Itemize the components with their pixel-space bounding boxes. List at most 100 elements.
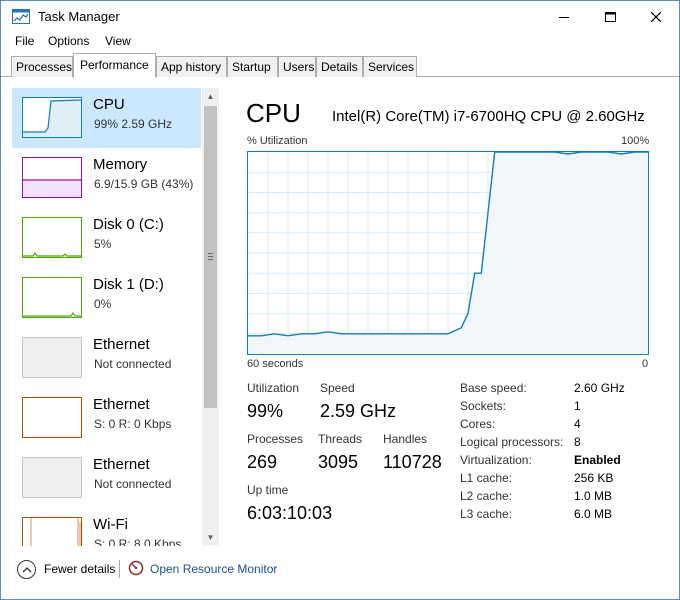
graph-y-max: 100% [621, 135, 650, 147]
grip-line [208, 256, 213, 257]
spec-label: Base speed: [460, 381, 527, 395]
close-button[interactable] [633, 1, 679, 32]
grip-line [208, 253, 213, 254]
tab-processes[interactable]: Processes [11, 56, 73, 77]
tab-details[interactable]: Details [316, 56, 363, 77]
close-icon [651, 11, 661, 22]
uptime-label: Up time [247, 483, 289, 497]
resource-item-memory[interactable]: Memory 6.9/15.9 GB (43%) [12, 148, 201, 208]
spec-label: Virtualization: [460, 453, 532, 467]
cpu-graph-icon [22, 97, 82, 138]
menu-view[interactable]: View [105, 34, 131, 48]
resource-monitor-icon [128, 560, 144, 579]
threads-label: Threads [318, 432, 363, 446]
maximize-icon [604, 11, 616, 22]
speed-label: Speed [320, 381, 355, 395]
resource-name: Ethernet [93, 396, 150, 413]
menu-file[interactable]: File [15, 34, 34, 48]
grip-line [208, 259, 213, 260]
task-manager-window: Task Manager File Options View Processes… [0, 0, 680, 600]
spec-value: 2.60 GHz [574, 381, 625, 395]
graph-x-label-left: 60 seconds [247, 358, 304, 370]
chevron-up-icon [17, 559, 36, 579]
speed-value: 2.59 GHz [320, 401, 397, 421]
task-manager-icon [12, 9, 30, 24]
resource-item-disk-0[interactable]: Disk 0 (C:) 5% [12, 208, 201, 268]
resource-item-disk-1[interactable]: Disk 1 (D:) 0% [12, 268, 201, 328]
spec-value: 1 [574, 399, 581, 413]
resource-name: Disk 0 (C:) [93, 216, 164, 233]
ethernet-graph-icon [22, 457, 82, 498]
open-resource-monitor-link[interactable]: Open Resource Monitor [128, 558, 277, 580]
resource-name: Ethernet [93, 336, 150, 353]
spec-value: 4 [574, 417, 581, 431]
disk-graph-icon [22, 217, 82, 258]
tab-strip: Processes Performance App history Startu… [1, 53, 679, 78]
uptime-value: 6:03:10:03 [247, 503, 333, 523]
page-title: CPU [246, 98, 301, 128]
resource-value: 6.9/15.9 GB (43%) [94, 177, 194, 191]
resource-name: Disk 1 (D:) [93, 276, 164, 293]
resource-value: 0% [94, 297, 112, 311]
fewer-details-button[interactable]: Fewer details [17, 558, 115, 580]
resource-value: 5% [94, 237, 112, 251]
threads-value: 3095 [318, 452, 359, 472]
resource-name: Ethernet [93, 456, 150, 473]
resource-item-ethernet-3[interactable]: Ethernet Not connected [12, 448, 201, 508]
fewer-details-label: Fewer details [44, 562, 116, 576]
ethernet-graph-icon [22, 337, 82, 378]
resource-value: Not connected [94, 357, 172, 371]
spec-label: Cores: [460, 417, 496, 431]
footer-divider [119, 560, 120, 578]
spec-label: L1 cache: [460, 471, 513, 485]
disk-graph-icon [22, 277, 82, 318]
spec-label: L3 cache: [460, 507, 513, 521]
resource-list[interactable]: CPU 99% 2.59 GHz Memory 6.9/15.9 GB (43%… [12, 88, 201, 546]
processes-value: 269 [247, 452, 278, 472]
tab-services[interactable]: Services [363, 56, 417, 77]
minimize-icon [559, 16, 569, 18]
resource-name: CPU [93, 96, 125, 113]
title-bar[interactable]: Task Manager [1, 1, 679, 32]
sidebar-scrollbar[interactable]: ▲ ▼ [202, 88, 219, 546]
tab-performance[interactable]: Performance [73, 53, 156, 78]
tab-users[interactable]: Users [278, 56, 316, 77]
resource-item-ethernet-1[interactable]: Ethernet Not connected [12, 328, 201, 388]
resource-value: S: 0 R: 8.0 Kbps [94, 537, 182, 546]
resource-value: S: 0 R: 0 Kbps [94, 417, 172, 431]
graph-y-label: % Utilization [247, 135, 308, 147]
resource-item-ethernet-2[interactable]: Ethernet S: 0 R: 0 Kbps [12, 388, 201, 448]
spec-value: Enabled [574, 453, 621, 467]
wifi-graph-icon [22, 517, 82, 546]
scroll-thumb[interactable] [204, 106, 217, 408]
resource-value: Not connected [94, 477, 172, 491]
utilization-label: Utilization [247, 381, 300, 395]
spec-value: 1.0 MB [574, 489, 613, 503]
menu-options[interactable]: Options [48, 34, 89, 48]
resource-item-cpu[interactable]: CPU 99% 2.59 GHz [12, 88, 201, 148]
memory-graph-icon [22, 157, 82, 198]
resource-name: Wi-Fi [93, 516, 128, 533]
tab-app-history[interactable]: App history [156, 56, 227, 77]
cpu-utilization-graph [247, 151, 649, 355]
handles-value: 110728 [383, 452, 442, 472]
spec-label: L2 cache: [460, 489, 513, 503]
resource-item-wifi[interactable]: Wi-Fi S: 0 R: 8.0 Kbps [12, 508, 201, 546]
resource-value: 99% 2.59 GHz [94, 117, 173, 131]
scroll-down-icon[interactable]: ▼ [202, 529, 219, 546]
cpu-model-name: Intel(R) Core(TM) i7-6700HQ CPU @ 2.60GH… [332, 108, 645, 125]
maximize-button[interactable] [587, 1, 633, 32]
spec-value: 6.0 MB [574, 507, 613, 521]
resource-name: Memory [93, 156, 148, 173]
processes-label: Processes [247, 432, 304, 446]
menu-bar: File Options View [1, 32, 679, 52]
utilization-value: 99% [247, 401, 284, 421]
spec-value: 8 [574, 435, 581, 449]
ethernet-graph-icon [22, 397, 82, 438]
window-title: Task Manager [38, 9, 120, 24]
tab-startup[interactable]: Startup [227, 56, 278, 77]
minimize-button[interactable] [541, 1, 587, 32]
resource-monitor-label: Open Resource Monitor [150, 562, 278, 576]
scroll-up-icon[interactable]: ▲ [202, 88, 219, 105]
handles-label: Handles [383, 432, 428, 446]
